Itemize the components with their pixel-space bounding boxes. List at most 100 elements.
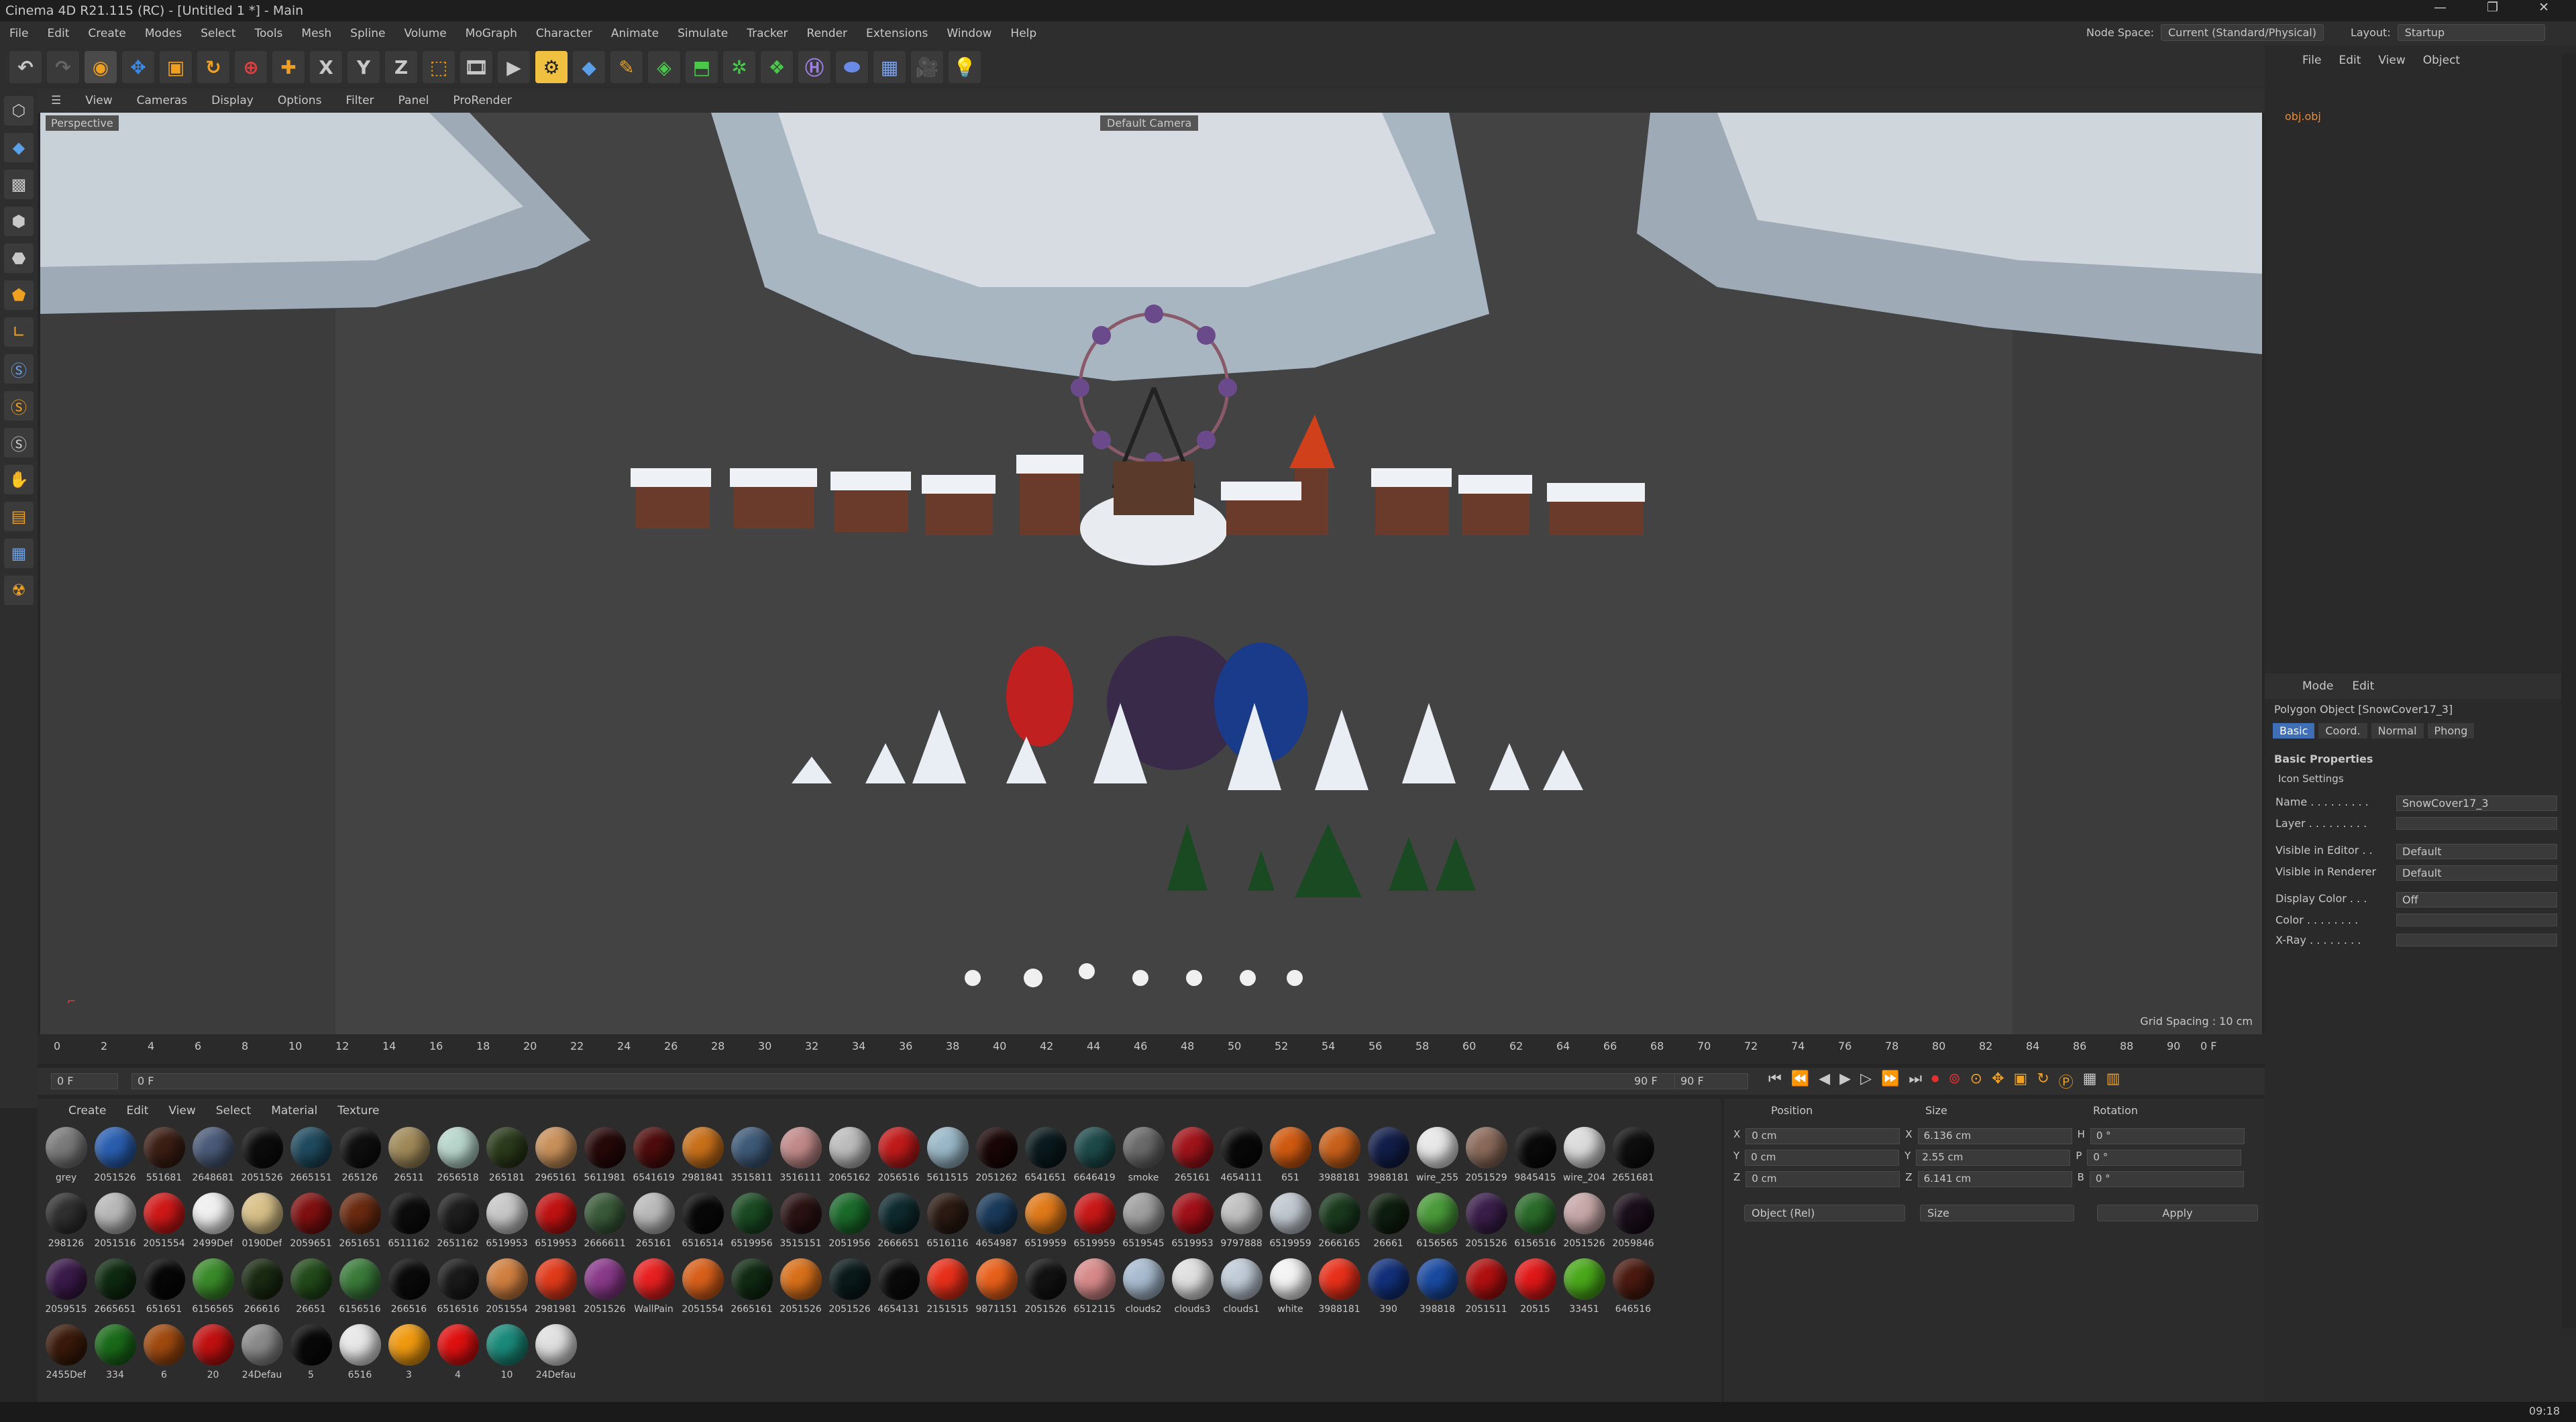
minimize-icon[interactable]: — [2434,0,2447,15]
position-field[interactable]: 0 cm [1746,1128,1900,1144]
material-ball[interactable] [1122,1193,1165,1234]
material-swatch[interactable]: 2051526 [1560,1193,1609,1258]
material-swatch[interactable]: 26661 [1364,1193,1413,1258]
material-swatch[interactable]: 24Defau [237,1324,286,1390]
material-swatch[interactable]: 398818 [1413,1258,1462,1324]
material-swatch[interactable]: 2051526 [1021,1258,1070,1324]
material-swatch[interactable]: 2051956 [825,1193,874,1258]
material-swatch[interactable]: 6519959 [1070,1193,1119,1258]
material-ball[interactable] [290,1258,332,1300]
material-swatch[interactable]: 2666165 [1315,1193,1364,1258]
material-ball[interactable] [1514,1127,1556,1168]
attribute-value[interactable]: Off [2396,892,2557,908]
menu-item-window[interactable]: Window [937,27,1001,40]
material-ball[interactable] [1367,1258,1409,1300]
material-ball[interactable] [780,1127,822,1168]
attribute-value[interactable]: SnowCover17_3 [2396,796,2557,811]
cloner-icon[interactable]: ❖ [761,51,793,83]
material-swatch[interactable]: wire_255 [1413,1127,1462,1193]
material-swatch[interactable]: 3515811 [727,1127,776,1193]
tab-basic[interactable]: Basic [2273,723,2315,739]
material-ball[interactable] [1318,1127,1360,1168]
material-swatch[interactable]: 2056516 [874,1127,923,1193]
material-swatch[interactable]: smoke [1119,1127,1168,1193]
material-ball[interactable] [1171,1127,1214,1168]
menu-item-spline[interactable]: Spline [341,27,394,40]
material-swatch[interactable]: 20 [189,1324,237,1390]
menu-item-file[interactable]: File [0,27,38,40]
axis-mode-icon[interactable]: ∟ [4,317,34,347]
material-ball[interactable] [143,1193,185,1234]
material-ball[interactable] [94,1193,136,1234]
material-swatch[interactable]: 0190Def [237,1193,286,1258]
menu-item-modes[interactable]: Modes [136,27,191,40]
material-ball[interactable] [1612,1258,1654,1300]
material-ball[interactable] [1416,1127,1458,1168]
attributes-menu-edit[interactable]: Edit [2352,679,2374,693]
rotation-field[interactable]: 0 ° [2089,1171,2244,1187]
material-ball[interactable] [682,1127,724,1168]
material-ball[interactable] [828,1258,871,1300]
material-swatch[interactable]: wire_204 [1560,1127,1609,1193]
viewport-menu-view[interactable]: View [85,94,112,107]
menu-item-character[interactable]: Character [527,27,602,40]
material-ball[interactable] [290,1324,332,1366]
material-ball[interactable] [1563,1127,1605,1168]
material-menu-texture[interactable]: Texture [337,1104,379,1117]
material-swatch[interactable]: 3 [384,1324,433,1390]
material-ball[interactable] [192,1324,234,1366]
material-swatch[interactable]: 4654987 [972,1193,1021,1258]
undo-icon[interactable]: ↶ [9,51,42,83]
extrude-icon[interactable]: ⬒ [686,51,718,83]
material-ball[interactable] [437,1324,479,1366]
material-menu-view[interactable]: View [168,1104,195,1117]
apply-button[interactable]: Apply [2097,1205,2258,1221]
material-ball[interactable] [975,1193,1018,1234]
material-ball[interactable] [1465,1127,1507,1168]
recent-tools-icon[interactable]: ⊕ [235,51,267,83]
material-ball[interactable] [1318,1258,1360,1300]
material-swatch[interactable]: 4 [433,1324,482,1390]
material-ball[interactable] [731,1258,773,1300]
snap-icon[interactable]: Ⓢ [4,354,34,384]
material-swatch[interactable]: 6519956 [727,1193,776,1258]
material-ball[interactable] [877,1127,920,1168]
material-ball[interactable] [1514,1193,1556,1234]
material-swatch[interactable]: 651651 [140,1258,189,1324]
material-ball[interactable] [388,1258,430,1300]
coordinate-system-icon[interactable]: ⬚ [423,51,455,83]
menu-item-volume[interactable]: Volume [394,27,455,40]
rotation-field[interactable]: 0 ° [2090,1128,2245,1144]
material-ball[interactable] [45,1193,87,1234]
material-ball[interactable] [1269,1258,1311,1300]
record-icon[interactable]: ⏺ [1931,1071,1939,1092]
material-ball[interactable] [241,1324,283,1366]
menu-item-simulate[interactable]: Simulate [668,27,737,40]
material-ball[interactable] [241,1258,283,1300]
objects-menu-file[interactable]: File [2302,54,2321,67]
menu-item-edit[interactable]: Edit [38,27,78,40]
material-swatch[interactable]: 265126 [335,1127,384,1193]
objects-menu-edit[interactable]: Edit [2339,54,2361,67]
field-icon[interactable]: ⬬ [836,51,868,83]
material-swatch[interactable]: 2051526 [91,1127,140,1193]
material-swatch[interactable]: 6519545 [1119,1193,1168,1258]
max-frame-field[interactable]: 90 F [1674,1073,1748,1089]
material-ball[interactable] [143,1324,185,1366]
material-ball[interactable] [975,1127,1018,1168]
redo-icon[interactable]: ↷ [47,51,79,83]
material-swatch[interactable]: 2051526 [776,1258,825,1324]
material-swatch[interactable]: 551681 [140,1127,189,1193]
camera-icon[interactable]: 🎥 [911,51,943,83]
material-swatch[interactable]: 6511162 [384,1193,433,1258]
material-swatch[interactable]: 6519953 [1168,1193,1217,1258]
material-ball[interactable] [1465,1258,1507,1300]
material-swatch[interactable]: 2651162 [433,1193,482,1258]
material-ball[interactable] [339,1324,381,1366]
material-ball[interactable] [780,1258,822,1300]
material-swatch[interactable]: 2051554 [678,1258,727,1324]
start-frame-field[interactable]: 0 F [51,1073,118,1089]
material-swatch[interactable]: 6516516 [433,1258,482,1324]
material-swatch[interactable]: 2981981 [531,1258,580,1324]
material-ball[interactable] [828,1193,871,1234]
